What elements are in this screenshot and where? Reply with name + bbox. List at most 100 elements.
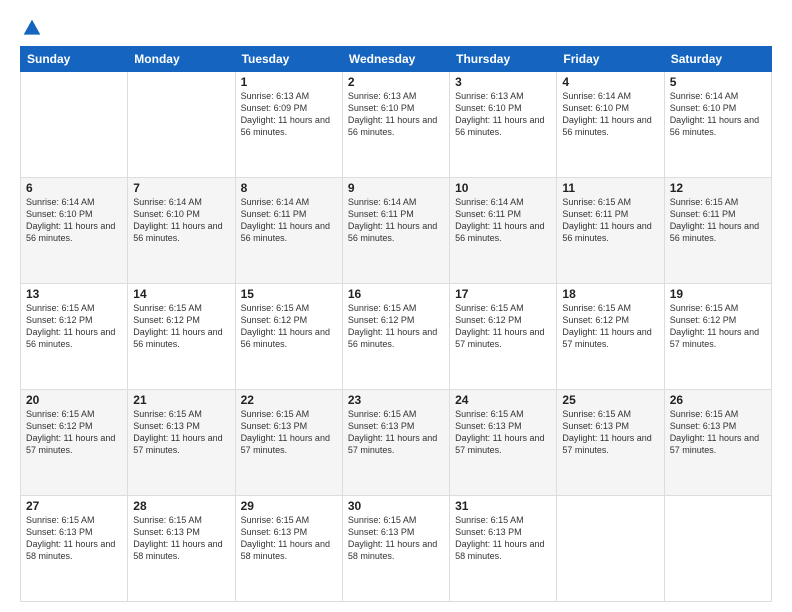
calendar-week-row: 27Sunrise: 6:15 AM Sunset: 6:13 PM Dayli…: [21, 496, 772, 602]
logo: [20, 18, 42, 38]
calendar-header-row: SundayMondayTuesdayWednesdayThursdayFrid…: [21, 47, 772, 72]
cell-info: Sunrise: 6:13 AM Sunset: 6:10 PM Dayligh…: [455, 90, 551, 139]
day-number: 30: [348, 499, 444, 513]
cell-info: Sunrise: 6:15 AM Sunset: 6:12 PM Dayligh…: [455, 302, 551, 351]
cell-info: Sunrise: 6:15 AM Sunset: 6:13 PM Dayligh…: [241, 408, 337, 457]
calendar-cell: [664, 496, 771, 602]
cell-info: Sunrise: 6:14 AM Sunset: 6:11 PM Dayligh…: [348, 196, 444, 245]
day-number: 6: [26, 181, 122, 195]
calendar-cell: 9Sunrise: 6:14 AM Sunset: 6:11 PM Daylig…: [342, 178, 449, 284]
cell-info: Sunrise: 6:14 AM Sunset: 6:10 PM Dayligh…: [670, 90, 766, 139]
cell-info: Sunrise: 6:15 AM Sunset: 6:13 PM Dayligh…: [670, 408, 766, 457]
calendar-cell: 1Sunrise: 6:13 AM Sunset: 6:09 PM Daylig…: [235, 72, 342, 178]
calendar-cell: 23Sunrise: 6:15 AM Sunset: 6:13 PM Dayli…: [342, 390, 449, 496]
calendar-cell: 11Sunrise: 6:15 AM Sunset: 6:11 PM Dayli…: [557, 178, 664, 284]
day-number: 22: [241, 393, 337, 407]
cell-info: Sunrise: 6:14 AM Sunset: 6:10 PM Dayligh…: [133, 196, 229, 245]
cell-info: Sunrise: 6:14 AM Sunset: 6:11 PM Dayligh…: [455, 196, 551, 245]
calendar-day-header: Sunday: [21, 47, 128, 72]
cell-info: Sunrise: 6:15 AM Sunset: 6:12 PM Dayligh…: [241, 302, 337, 351]
cell-info: Sunrise: 6:15 AM Sunset: 6:12 PM Dayligh…: [26, 408, 122, 457]
cell-info: Sunrise: 6:14 AM Sunset: 6:11 PM Dayligh…: [241, 196, 337, 245]
cell-info: Sunrise: 6:15 AM Sunset: 6:12 PM Dayligh…: [133, 302, 229, 351]
day-number: 17: [455, 287, 551, 301]
day-number: 8: [241, 181, 337, 195]
calendar-cell: [21, 72, 128, 178]
calendar-cell: 14Sunrise: 6:15 AM Sunset: 6:12 PM Dayli…: [128, 284, 235, 390]
page: SundayMondayTuesdayWednesdayThursdayFrid…: [0, 0, 792, 612]
calendar-table: SundayMondayTuesdayWednesdayThursdayFrid…: [20, 46, 772, 602]
cell-info: Sunrise: 6:13 AM Sunset: 6:09 PM Dayligh…: [241, 90, 337, 139]
day-number: 26: [670, 393, 766, 407]
calendar-cell: 26Sunrise: 6:15 AM Sunset: 6:13 PM Dayli…: [664, 390, 771, 496]
calendar-cell: [128, 72, 235, 178]
calendar-cell: [557, 496, 664, 602]
calendar-day-header: Monday: [128, 47, 235, 72]
calendar-cell: 21Sunrise: 6:15 AM Sunset: 6:13 PM Dayli…: [128, 390, 235, 496]
calendar-cell: 24Sunrise: 6:15 AM Sunset: 6:13 PM Dayli…: [450, 390, 557, 496]
cell-info: Sunrise: 6:15 AM Sunset: 6:13 PM Dayligh…: [133, 514, 229, 563]
cell-info: Sunrise: 6:15 AM Sunset: 6:13 PM Dayligh…: [26, 514, 122, 563]
day-number: 5: [670, 75, 766, 89]
calendar-day-header: Thursday: [450, 47, 557, 72]
day-number: 2: [348, 75, 444, 89]
calendar-cell: 12Sunrise: 6:15 AM Sunset: 6:11 PM Dayli…: [664, 178, 771, 284]
calendar-week-row: 13Sunrise: 6:15 AM Sunset: 6:12 PM Dayli…: [21, 284, 772, 390]
calendar-day-header: Wednesday: [342, 47, 449, 72]
header: [20, 18, 772, 38]
calendar-cell: 10Sunrise: 6:14 AM Sunset: 6:11 PM Dayli…: [450, 178, 557, 284]
calendar-cell: 28Sunrise: 6:15 AM Sunset: 6:13 PM Dayli…: [128, 496, 235, 602]
calendar-week-row: 6 Sunrise: 6:14 AM Sunset: 6:10 PM Daylig…: [21, 178, 772, 284]
calendar-cell: 7Sunrise: 6:14 AM Sunset: 6:10 PM Daylig…: [128, 178, 235, 284]
cell-info: Sunrise: 6:15 AM Sunset: 6:13 PM Dayligh…: [562, 408, 658, 457]
calendar-cell: 25Sunrise: 6:15 AM Sunset: 6:13 PM Dayli…: [557, 390, 664, 496]
cell-info: Sunrise: 6:15 AM Sunset: 6:13 PM Dayligh…: [133, 408, 229, 457]
calendar-day-header: Friday: [557, 47, 664, 72]
calendar-cell: 22Sunrise: 6:15 AM Sunset: 6:13 PM Dayli…: [235, 390, 342, 496]
cell-info: Sunrise: 6:15 AM Sunset: 6:13 PM Dayligh…: [455, 408, 551, 457]
day-number: 7: [133, 181, 229, 195]
cell-info: Sunrise: 6:15 AM Sunset: 6:13 PM Dayligh…: [455, 514, 551, 563]
calendar-cell: 19Sunrise: 6:15 AM Sunset: 6:12 PM Dayli…: [664, 284, 771, 390]
cell-info: Sunrise: 6:15 AM Sunset: 6:11 PM Dayligh…: [562, 196, 658, 245]
calendar-cell: 20Sunrise: 6:15 AM Sunset: 6:12 PM Dayli…: [21, 390, 128, 496]
day-number: 1: [241, 75, 337, 89]
cell-info: Sunrise: 6:15 AM Sunset: 6:12 PM Dayligh…: [670, 302, 766, 351]
day-number: 4: [562, 75, 658, 89]
day-number: 24: [455, 393, 551, 407]
day-number: 3: [455, 75, 551, 89]
day-number: 9: [348, 181, 444, 195]
cell-info: Sunrise: 6:15 AM Sunset: 6:12 PM Dayligh…: [348, 302, 444, 351]
calendar-cell: 18Sunrise: 6:15 AM Sunset: 6:12 PM Dayli…: [557, 284, 664, 390]
day-number: 15: [241, 287, 337, 301]
day-number: 20: [26, 393, 122, 407]
calendar-cell: 29Sunrise: 6:15 AM Sunset: 6:13 PM Dayli…: [235, 496, 342, 602]
calendar-week-row: 1Sunrise: 6:13 AM Sunset: 6:09 PM Daylig…: [21, 72, 772, 178]
day-number: 27: [26, 499, 122, 513]
calendar-cell: 3Sunrise: 6:13 AM Sunset: 6:10 PM Daylig…: [450, 72, 557, 178]
calendar-cell: 8Sunrise: 6:14 AM Sunset: 6:11 PM Daylig…: [235, 178, 342, 284]
cell-info: Sunrise: 6:15 AM Sunset: 6:13 PM Dayligh…: [348, 408, 444, 457]
cell-info: Sunrise: 6:15 AM Sunset: 6:12 PM Dayligh…: [562, 302, 658, 351]
day-number: 29: [241, 499, 337, 513]
calendar-week-row: 20Sunrise: 6:15 AM Sunset: 6:12 PM Dayli…: [21, 390, 772, 496]
cell-info: Sunrise: 6:15 AM Sunset: 6:12 PM Dayligh…: [26, 302, 122, 351]
calendar-cell: 27Sunrise: 6:15 AM Sunset: 6:13 PM Dayli…: [21, 496, 128, 602]
calendar-cell: 4Sunrise: 6:14 AM Sunset: 6:10 PM Daylig…: [557, 72, 664, 178]
day-number: 14: [133, 287, 229, 301]
day-number: 12: [670, 181, 766, 195]
calendar-day-header: Saturday: [664, 47, 771, 72]
cell-info: Sunrise: 6:15 AM Sunset: 6:13 PM Dayligh…: [241, 514, 337, 563]
logo-icon: [22, 18, 42, 38]
calendar-cell: 16Sunrise: 6:15 AM Sunset: 6:12 PM Dayli…: [342, 284, 449, 390]
calendar-cell: 13Sunrise: 6:15 AM Sunset: 6:12 PM Dayli…: [21, 284, 128, 390]
cell-info: Sunrise: 6:13 AM Sunset: 6:10 PM Dayligh…: [348, 90, 444, 139]
calendar-cell: 17Sunrise: 6:15 AM Sunset: 6:12 PM Dayli…: [450, 284, 557, 390]
calendar-cell: 6Sunrise: 6:14 AM Sunset: 6:10 PM Daylig…: [21, 178, 128, 284]
cell-info: Sunrise: 6:15 AM Sunset: 6:13 PM Dayligh…: [348, 514, 444, 563]
calendar-cell: 15Sunrise: 6:15 AM Sunset: 6:12 PM Dayli…: [235, 284, 342, 390]
day-number: 16: [348, 287, 444, 301]
day-number: 28: [133, 499, 229, 513]
day-number: 21: [133, 393, 229, 407]
calendar-day-header: Tuesday: [235, 47, 342, 72]
